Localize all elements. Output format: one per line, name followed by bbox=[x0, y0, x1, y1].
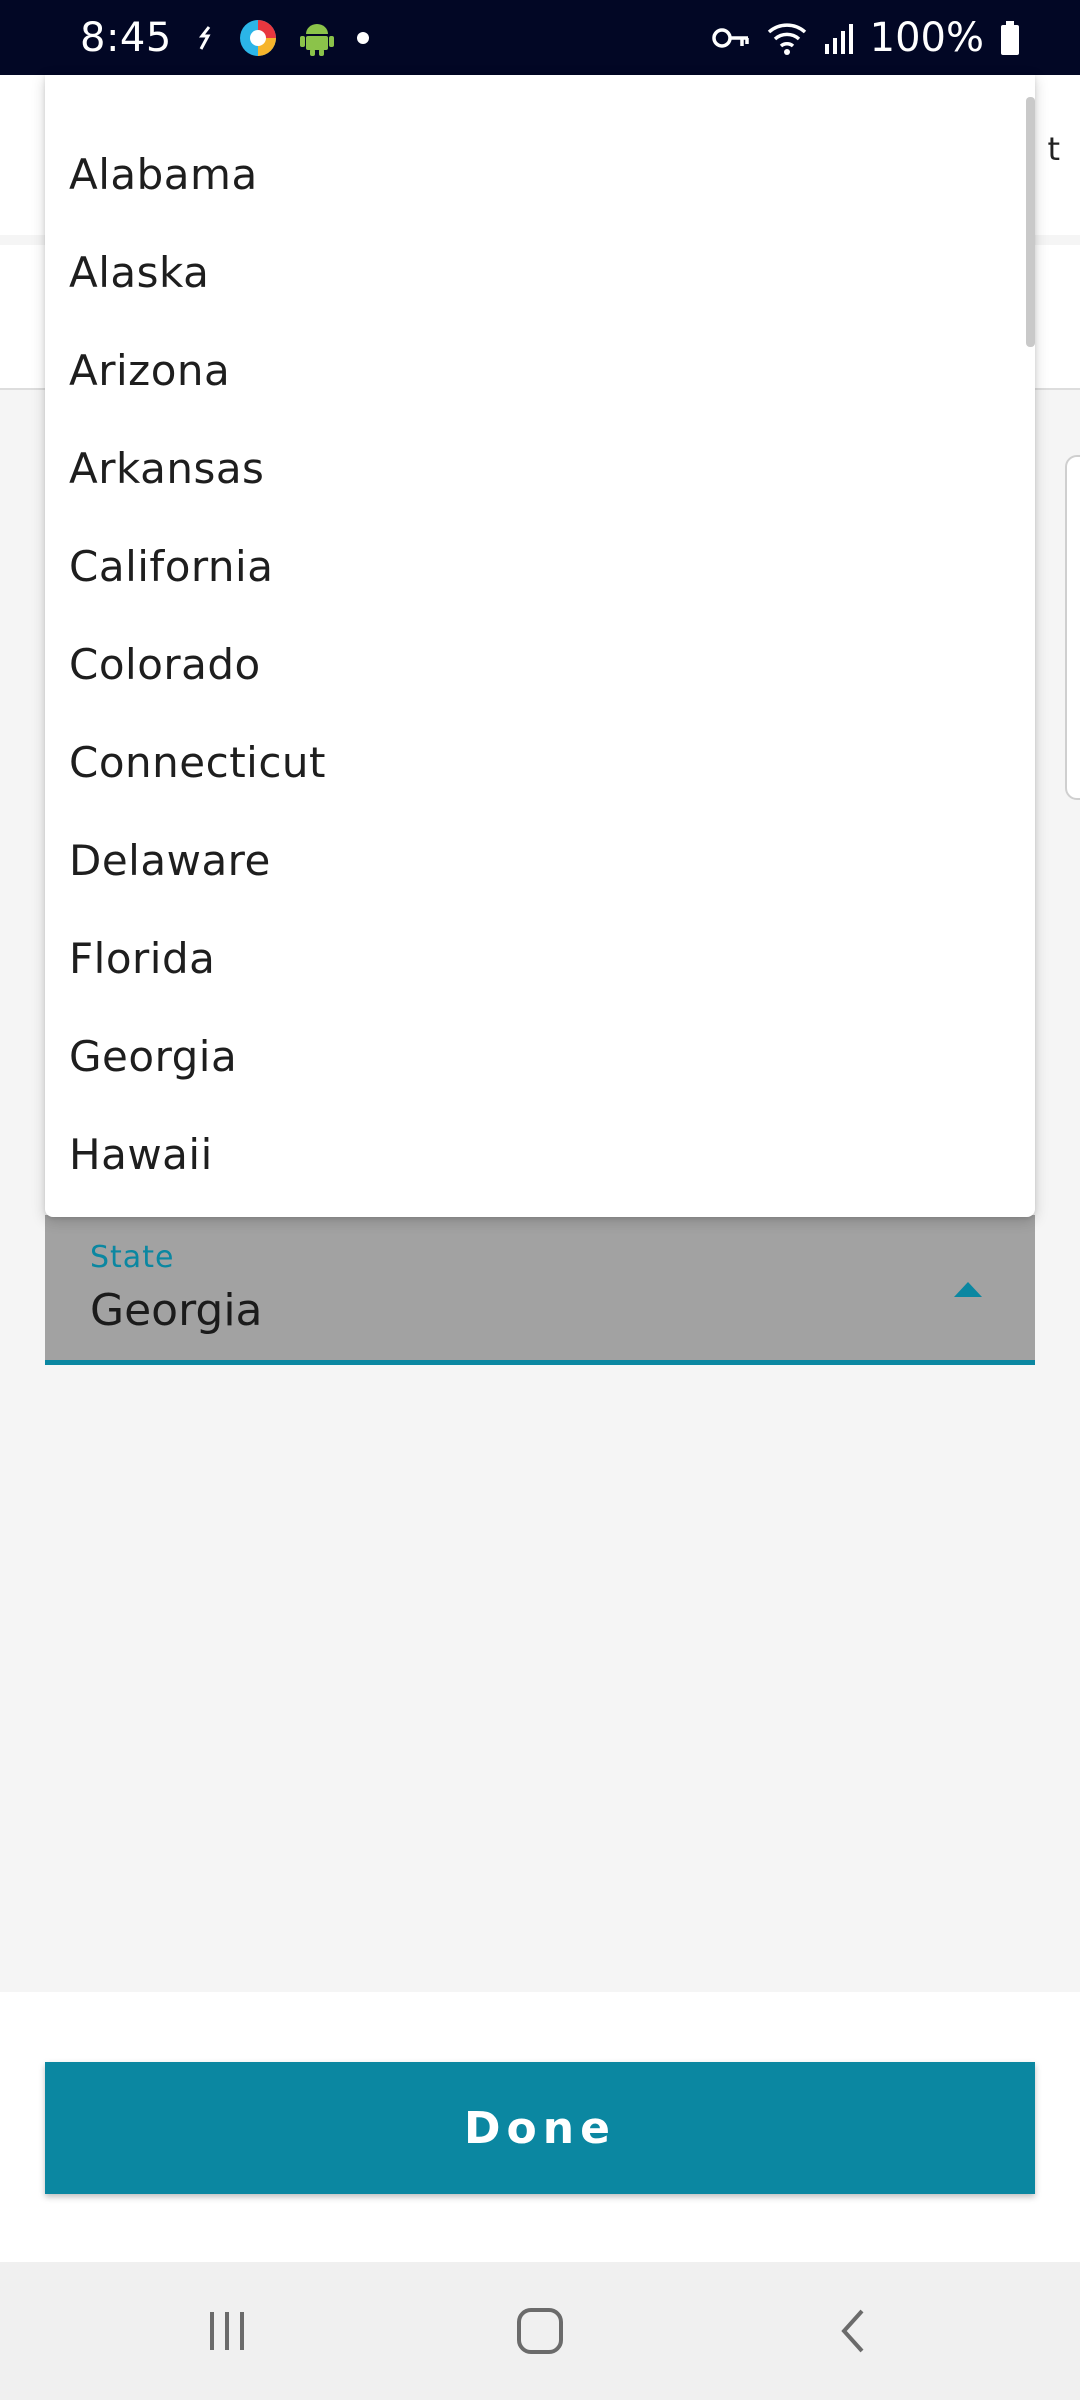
android-icon bbox=[299, 20, 334, 56]
recent-apps-icon[interactable] bbox=[167, 2281, 287, 2381]
state-dropdown-menu[interactable]: Alabama Alaska Arizona Arkansas California Co… bbox=[45, 75, 1035, 1217]
side-card bbox=[1065, 455, 1080, 800]
signal-icon bbox=[824, 22, 854, 54]
wifi-icon bbox=[766, 20, 808, 56]
dropdown-option-alaska[interactable]: Alaska bbox=[45, 223, 1035, 321]
battery-icon bbox=[1000, 20, 1020, 55]
dropdown-option-arkansas[interactable]: Arkansas bbox=[45, 419, 1035, 517]
home-icon[interactable] bbox=[480, 2281, 600, 2381]
dropdown-option-georgia[interactable]: Georgia bbox=[45, 1007, 1035, 1105]
screen: 8:45 100% t State Georgia Alabama Alaska… bbox=[0, 0, 1080, 2400]
status-time: 8:45 bbox=[80, 14, 172, 61]
sync-icon bbox=[194, 23, 216, 53]
dropdown-option-alabama[interactable]: Alabama bbox=[45, 125, 1035, 223]
dropdown-option-connecticut[interactable]: Connecticut bbox=[45, 713, 1035, 811]
dropdown-option-hawaii[interactable]: Hawaii bbox=[45, 1105, 1035, 1203]
caret-up-icon bbox=[954, 1282, 982, 1297]
header-trailing-text[interactable]: t bbox=[1047, 130, 1060, 168]
dropdown-option-arizona[interactable]: Arizona bbox=[45, 321, 1035, 419]
state-field-value: Georgia bbox=[90, 1285, 263, 1336]
done-button[interactable]: Done bbox=[45, 2062, 1035, 2194]
dropdown-scrollbar[interactable] bbox=[1026, 97, 1035, 347]
dropdown-option-colorado[interactable]: Colorado bbox=[45, 615, 1035, 713]
status-right: 100% bbox=[711, 14, 1020, 61]
dropdown-option-delaware[interactable]: Delaware bbox=[45, 811, 1035, 909]
navigation-bar bbox=[0, 2262, 1080, 2400]
vpn-key-icon bbox=[711, 25, 750, 51]
browser-app-icon bbox=[238, 18, 278, 58]
battery-percentage: 100% bbox=[869, 14, 984, 61]
back-icon[interactable] bbox=[793, 2281, 913, 2381]
dropdown-option-california[interactable]: California bbox=[45, 517, 1035, 615]
status-left: 8:45 bbox=[80, 15, 370, 61]
notification-dot-icon bbox=[356, 31, 370, 45]
state-field-label: State bbox=[90, 1240, 175, 1275]
status-bar: 8:45 100% bbox=[0, 0, 1080, 75]
state-select-field[interactable]: State Georgia bbox=[45, 1215, 1035, 1365]
dropdown-option-florida[interactable]: Florida bbox=[45, 909, 1035, 1007]
dropdown-list: Alabama Alaska Arizona Arkansas California Co… bbox=[45, 75, 1035, 1203]
